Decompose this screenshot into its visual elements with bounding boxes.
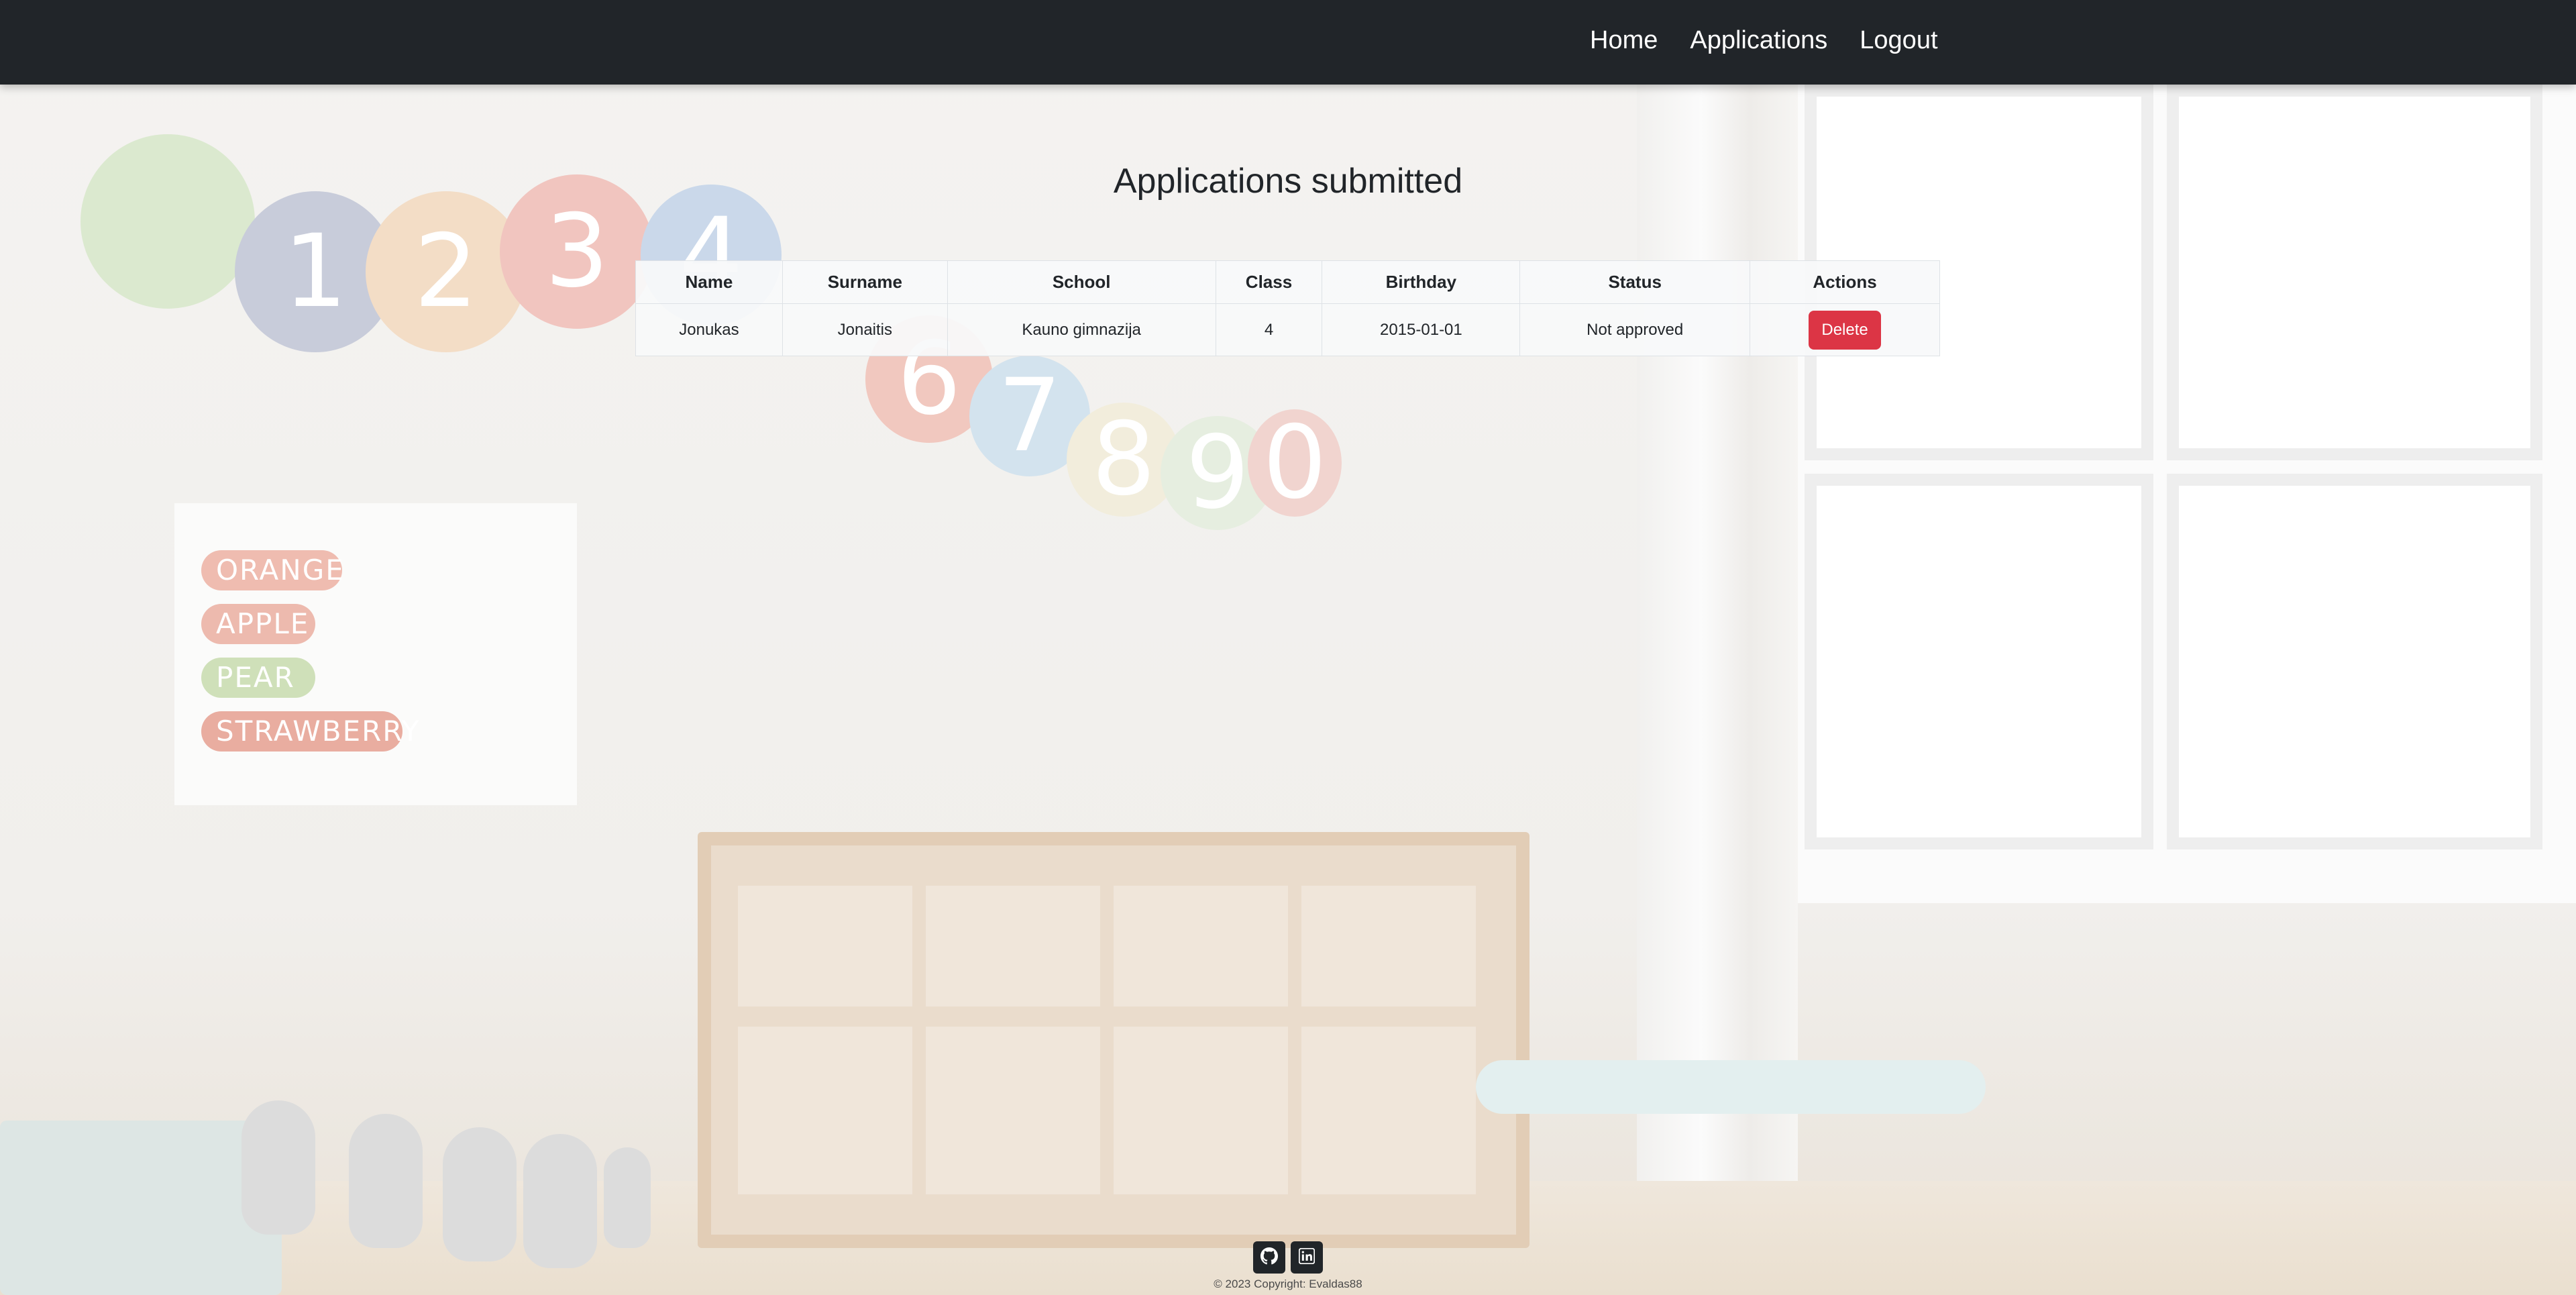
column-header-surname: Surname <box>782 260 948 304</box>
cell-name: Jonukas <box>635 303 783 356</box>
linkedin-link[interactable] <box>1291 1241 1323 1274</box>
nav-link-logout[interactable]: Logout <box>1860 26 1937 55</box>
cell-actions: Delete <box>1750 303 1940 356</box>
github-icon <box>1260 1247 1278 1268</box>
background-poster: ORANGE APPLE PEAR STRAWBERRY <box>174 503 577 805</box>
column-header-actions: Actions <box>1750 260 1940 304</box>
cell-status: Not approved <box>1519 303 1751 356</box>
nav-links: Home Applications Logout <box>1590 0 1938 81</box>
column-header-class: Class <box>1215 260 1323 304</box>
cell-school: Kauno gimnazija <box>947 303 1216 356</box>
cell-surname: Jonaitis <box>782 303 948 356</box>
social-links <box>0 1241 2576 1274</box>
cell-class: 4 <box>1215 303 1323 356</box>
github-link[interactable] <box>1253 1241 1285 1274</box>
page-title: Applications submitted <box>1113 162 1463 201</box>
copyright-text: © 2023 Copyright: Evaldas88 <box>1214 1278 1362 1290</box>
navbar: Home Applications Logout <box>0 0 2576 85</box>
linkedin-icon <box>1298 1247 1316 1267</box>
background-window <box>1758 85 2576 903</box>
footer: © 2023 Copyright: Evaldas88 <box>0 1241 2576 1295</box>
nav-link-home[interactable]: Home <box>1590 26 1658 55</box>
table-row: Jonukas Jonaitis Kauno gimnazija 4 2015-… <box>635 303 1940 356</box>
column-header-birthday: Birthday <box>1322 260 1521 304</box>
applications-table-container: Name Surname School Class Birthday Statu… <box>635 260 1940 356</box>
nav-link-applications[interactable]: Applications <box>1690 26 1827 55</box>
background-curtain <box>1637 85 1798 1225</box>
cell-birthday: 2015-01-01 <box>1322 303 1521 356</box>
column-header-status: Status <box>1519 260 1751 304</box>
column-header-school: School <box>947 260 1216 304</box>
applications-table: Name Surname School Class Birthday Statu… <box>635 260 1940 356</box>
column-header-name: Name <box>635 260 783 304</box>
delete-button[interactable]: Delete <box>1809 310 1881 350</box>
background-table <box>1476 1060 1986 1114</box>
table-header-row: Name Surname School Class Birthday Statu… <box>635 260 1940 304</box>
background-shelf <box>698 832 1529 1248</box>
